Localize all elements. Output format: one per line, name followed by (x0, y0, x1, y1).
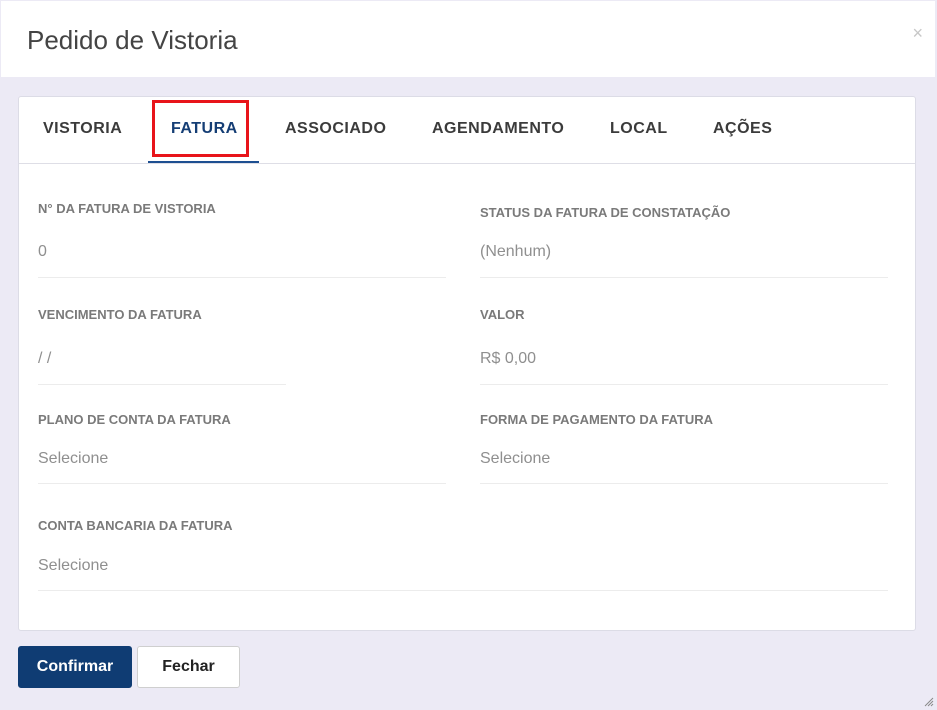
tab-local[interactable]: LOCAL (610, 120, 668, 138)
amount-label: VALOR (480, 307, 525, 322)
invoice-status-underline (480, 277, 888, 278)
invoice-status-label: STATUS DA FATURA DE CONSTATAÇÃO (480, 205, 731, 220)
bank-account-select[interactable]: Selecione (38, 557, 108, 575)
active-tab-indicator (148, 161, 259, 163)
amount-field[interactable]: R$ 0,00 (480, 350, 536, 368)
close-icon[interactable]: × (912, 23, 923, 43)
tab-vistoria[interactable]: VISTORIA (43, 120, 122, 138)
modal-header: Pedido de Vistoria × (1, 1, 935, 77)
bank-account-label: CONTA BANCARIA DA FATURA (38, 518, 233, 533)
due-date-underline (38, 384, 286, 385)
dialog-title: Pedido de Vistoria (27, 25, 238, 55)
resize-grip-icon[interactable] (924, 697, 934, 707)
invoice-number-label: N° DA FATURA DE VISTORIA (38, 201, 216, 216)
account-plan-label: PLANO DE CONTA DA FATURA (38, 412, 231, 427)
payment-method-select[interactable]: Selecione (480, 450, 550, 468)
tab-agendamento[interactable]: AGENDAMENTO (432, 120, 564, 138)
confirm-button[interactable]: Confirmar (18, 646, 132, 688)
amount-underline (480, 384, 888, 385)
account-plan-select[interactable]: Selecione (38, 450, 108, 468)
form-card: VISTORIA FATURA ASSOCIADO AGENDAMENTO LO… (18, 96, 916, 631)
payment-method-label: FORMA DE PAGAMENTO DA FATURA (480, 412, 714, 427)
invoice-number-field[interactable]: 0 (38, 243, 47, 261)
payment-method-underline (480, 483, 888, 484)
invoice-number-underline (38, 277, 446, 278)
invoice-status-field[interactable]: (Nenhum) (480, 243, 551, 261)
tab-bar: VISTORIA FATURA ASSOCIADO AGENDAMENTO LO… (19, 97, 915, 164)
tab-acoes[interactable]: AÇÕES (713, 120, 772, 138)
close-button[interactable]: Fechar (137, 646, 240, 688)
due-date-label: VENCIMENTO DA FATURA (38, 307, 202, 322)
highlight-annotation (152, 100, 249, 157)
account-plan-underline (38, 483, 446, 484)
modal-dialog: Pedido de Vistoria × VISTORIA FATURA ASS… (0, 0, 937, 710)
bank-account-underline (38, 590, 888, 591)
due-date-field[interactable]: / / (38, 350, 51, 368)
tab-associado[interactable]: ASSOCIADO (285, 120, 386, 138)
